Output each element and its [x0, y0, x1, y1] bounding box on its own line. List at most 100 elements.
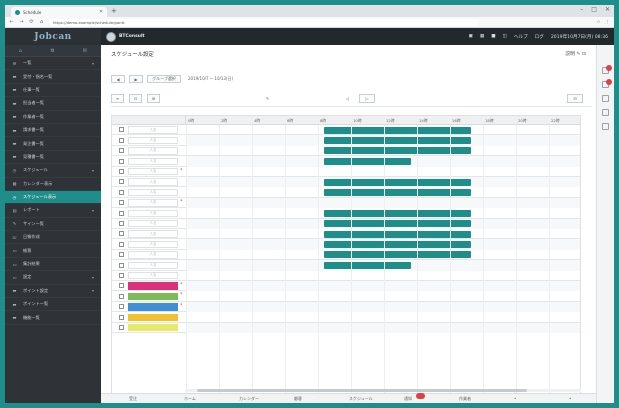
maximize-icon[interactable]: □: [591, 6, 597, 13]
row-label[interactable]: 人名: [128, 230, 178, 238]
bottom-nav-item[interactable]: 通知: [404, 396, 412, 402]
expand-arrow-icon[interactable]: ▾: [92, 208, 94, 213]
schedule-bar[interactable]: [323, 188, 471, 196]
row-checkbox[interactable]: [119, 304, 124, 310]
forward-icon[interactable]: →: [19, 19, 24, 25]
sidebar-item[interactable]: ☏ 日報作成: [5, 231, 101, 245]
rail-download-icon[interactable]: [602, 109, 609, 116]
prev-week-button[interactable]: ◀: [111, 75, 125, 83]
horizontal-scrollbar[interactable]: [185, 389, 581, 392]
app-logo[interactable]: Jobcan: [5, 28, 101, 45]
scrollbar-thumb[interactable]: [197, 389, 527, 392]
box-view-button[interactable]: ⊡: [129, 94, 142, 103]
back-icon[interactable]: ←: [9, 19, 14, 25]
schedule-bar[interactable]: [323, 209, 471, 217]
header-grid-icon[interactable]: ▣: [469, 34, 473, 39]
sidebar-item[interactable]: ▬ 受付・指名一覧: [5, 70, 101, 84]
sidebar-item[interactable]: ▬ 見積書一覧: [5, 151, 101, 165]
sidebar-item[interactable]: ▬ 請求書一覧: [5, 124, 101, 138]
bookmark-star-icon[interactable]: ☆: [596, 20, 600, 25]
row-label[interactable]: 人名: [128, 199, 178, 207]
sidebar-item[interactable]: ◷ スケジュール表示: [5, 190, 101, 205]
rail-user-icon[interactable]: [602, 95, 609, 102]
row-checkbox[interactable]: [119, 148, 124, 154]
sidebar-item[interactable]: ▬ 作業者一覧: [5, 111, 101, 124]
schedule-bar[interactable]: [323, 240, 471, 248]
expand-arrow-icon[interactable]: ▾: [92, 275, 94, 280]
mail-tool-icon[interactable]: ✉: [83, 48, 87, 54]
row-label[interactable]: 人名: [128, 251, 178, 259]
row-label[interactable]: 人名: [128, 219, 178, 228]
scroll-right-button[interactable]: ▷: [359, 94, 375, 103]
sidebar-item[interactable]: ▬ 担当者一覧: [5, 97, 101, 111]
schedule-bar[interactable]: [323, 261, 411, 269]
edit-button[interactable]: ✎: [261, 94, 274, 103]
color-swatch[interactable]: [128, 292, 178, 301]
row-checkbox[interactable]: [119, 210, 124, 216]
schedule-bar[interactable]: [323, 178, 471, 186]
expand-arrow-icon[interactable]: ▾: [92, 168, 94, 173]
new-tab-icon[interactable]: +: [111, 7, 117, 15]
browser-menu-icon[interactable]: ⋮: [606, 20, 611, 25]
row-label[interactable]: 人名: [128, 188, 178, 197]
row-checkbox[interactable]: [119, 158, 124, 164]
row-label[interactable]: 人名: [128, 157, 178, 166]
sidebar-item[interactable]: ▬ 発注書一覧: [5, 137, 101, 151]
sidebar-item[interactable]: ▦ カレンダー表示: [5, 178, 101, 191]
schedule-bar[interactable]: [323, 251, 471, 259]
header-panel-icon[interactable]: ◫: [503, 34, 507, 39]
schedule-bar[interactable]: [323, 126, 471, 134]
row-checkbox[interactable]: [119, 168, 124, 174]
sidebar-item[interactable]: ☰ 一覧 ▾: [5, 57, 101, 71]
color-swatch[interactable]: [128, 313, 178, 322]
sidebar-item[interactable]: ◷ スケジュール ▾: [5, 164, 101, 178]
header-table-icon[interactable]: ▦: [480, 34, 484, 39]
row-label[interactable]: 人名: [128, 178, 178, 186]
row-checkbox[interactable]: [119, 241, 124, 247]
row-checkbox[interactable]: [119, 324, 124, 330]
url-field[interactable]: https://demo.example/schedule/gantt: [49, 18, 479, 26]
minimize-icon[interactable]: –: [580, 6, 583, 13]
row-checkbox[interactable]: [119, 231, 124, 237]
expand-arrow-icon[interactable]: ▾: [92, 61, 94, 66]
tab-close-icon[interactable]: ✕: [99, 9, 107, 15]
row-checkbox[interactable]: [119, 179, 124, 185]
schedule-bar[interactable]: [323, 220, 471, 228]
row-checkbox[interactable]: [119, 200, 124, 206]
color-swatch[interactable]: [128, 282, 178, 290]
bottom-nav-item[interactable]: •: [569, 396, 571, 401]
bottom-nav-item[interactable]: •: [514, 396, 516, 401]
collapse-button[interactable]: ⊟: [567, 94, 583, 103]
color-swatch[interactable]: [128, 303, 178, 311]
bottom-nav-item[interactable]: 作業者: [459, 396, 471, 402]
sidebar-item[interactable]: ▬ ポイント一覧: [5, 298, 101, 312]
expand-arrow-icon[interactable]: ▾: [92, 288, 94, 293]
scroll-left-button[interactable]: ◁: [341, 94, 354, 103]
row-checkbox[interactable]: [119, 189, 124, 195]
row-label[interactable]: 人名: [128, 209, 178, 218]
list-view-button[interactable]: ≡: [111, 94, 124, 103]
sidebar-item[interactable]: ▭ 集計結果: [5, 258, 101, 272]
grid-view-button[interactable]: ⊞: [147, 94, 160, 103]
row-checkbox[interactable]: [119, 127, 124, 133]
schedule-bar[interactable]: [323, 230, 471, 238]
home-icon[interactable]: ⌂: [39, 19, 44, 25]
row-checkbox[interactable]: [119, 220, 124, 226]
browser-tab[interactable]: Schedule ✕: [11, 7, 107, 17]
close-window-icon[interactable]: ✕: [605, 6, 610, 13]
brand[interactable]: BTConsult: [106, 31, 145, 42]
sidebar-item[interactable]: ▬ 仕事一覧: [5, 84, 101, 98]
row-label[interactable]: 人名: [128, 136, 178, 145]
settings-tool-icon[interactable]: ⚙: [50, 48, 54, 54]
schedule-bar[interactable]: [323, 147, 471, 155]
sidebar-item[interactable]: ▭ 帳票: [5, 244, 101, 258]
schedule-bar[interactable]: [323, 157, 411, 165]
row-checkbox[interactable]: [119, 252, 124, 258]
color-swatch[interactable]: [128, 323, 178, 332]
row-label[interactable]: 人名: [128, 271, 178, 280]
home-tool-icon[interactable]: ⌂: [19, 48, 22, 54]
row-checkbox[interactable]: [119, 314, 124, 320]
group-select-button[interactable]: グループ選択: [147, 75, 181, 83]
bottom-nav-item[interactable]: 顧客: [294, 396, 302, 402]
row-label[interactable]: 人名: [128, 167, 178, 176]
